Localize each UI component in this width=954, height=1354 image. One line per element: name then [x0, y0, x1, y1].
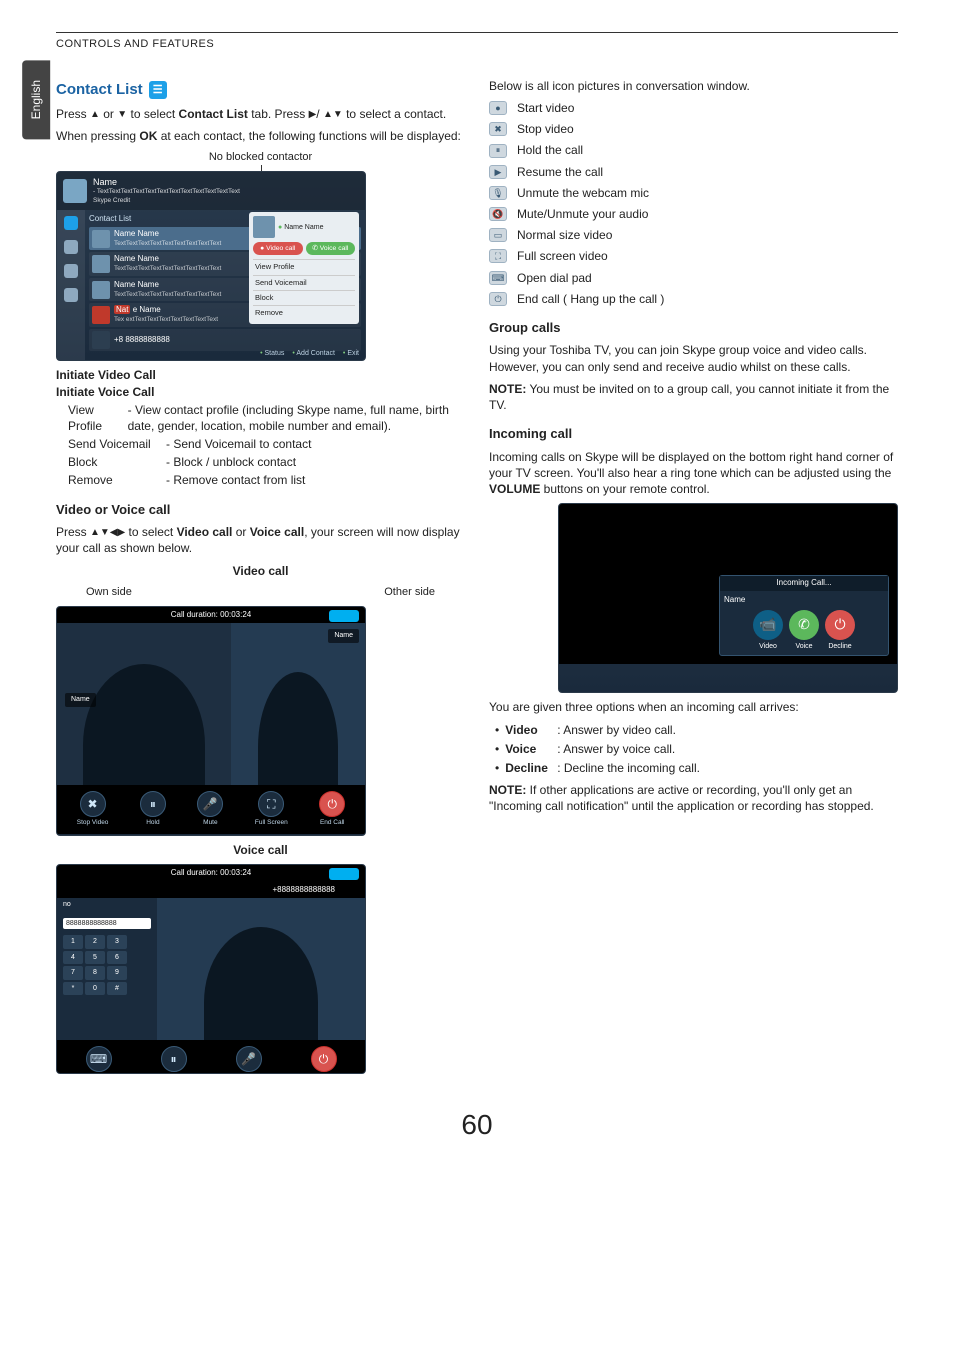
stop-video-button[interactable]: ✖Stop Video: [77, 791, 109, 828]
answer-video-button[interactable]: 📹Video: [753, 610, 783, 651]
icon-legend-row: ⏻End call ( Hang up the call ): [489, 291, 898, 307]
icon-legend-row: ⛶Full screen video: [489, 248, 898, 264]
screenshot-contact-list: Name - TextTextTextTextTextTextTextTextT…: [56, 171, 366, 361]
down-triangle-icon: ▼: [117, 108, 127, 122]
end-call-icon: ⏻: [489, 292, 507, 306]
mute-button[interactable]: 🎤Mute: [197, 791, 223, 828]
heading-contact-list: Contact List ☰: [56, 80, 465, 100]
note-incoming: NOTE: If other applications are active o…: [489, 782, 898, 814]
up-triangle-icon: ▲: [323, 108, 333, 122]
func-row: Block- Block / unblock contact: [68, 454, 465, 470]
sidebar-icon: [64, 264, 78, 278]
icon-legend-row: ▶Resume the call: [489, 164, 898, 180]
screenshot-incoming-call: Incoming Call... Name 📹Video ✆Voice ⏻Dec…: [558, 503, 898, 693]
voice-call-button[interactable]: ✆ Voice call: [306, 242, 356, 255]
answer-voice-button[interactable]: ✆Voice: [789, 610, 819, 651]
video-call-button[interactable]: ● Video call: [253, 242, 303, 255]
mute-audio-icon: 🔇: [489, 207, 507, 221]
mute-button[interactable]: 🎤Mute: [236, 1046, 262, 1073]
heading-group-calls: Group calls: [489, 319, 898, 337]
skype-logo-icon: [329, 868, 359, 880]
screenshot-voice-call: Call duration: 00:03:24 +8888888888888 n…: [56, 864, 366, 1074]
resume-call-icon: ▶: [489, 165, 507, 179]
unmute-webcam-icon: 🎙: [489, 186, 507, 200]
up-triangle-icon: ▲: [90, 108, 100, 122]
note-group-calls: NOTE: You must be invited on to a group …: [489, 381, 898, 413]
stop-video-icon: ✖: [489, 122, 507, 136]
para-video-voice: Press ▲▼◀▶ to select Video call or Voice…: [56, 524, 465, 556]
func-row: View Profile- View contact profile (incl…: [68, 402, 465, 434]
sidebar-icon: [64, 288, 78, 302]
context-menu: ● Name Name ● Video call ✆ Voice call Vi…: [249, 212, 359, 324]
sidebar-icon: [64, 240, 78, 254]
menu-item[interactable]: Remove: [253, 305, 355, 320]
labels-own-other: Own sideOther side: [56, 585, 465, 600]
running-head: CONTROLS AND FEATURES: [56, 37, 898, 52]
sidebar-icon: [64, 216, 78, 230]
page-number: 60: [56, 1106, 898, 1144]
end-call-button[interactable]: ⏻End Call: [319, 791, 345, 828]
caption-voice-call: Voice call: [56, 842, 465, 858]
menu-item[interactable]: View Profile: [253, 259, 355, 274]
heading-video-voice-call: Video or Voice call: [56, 501, 465, 519]
contact-list-icon: ☰: [149, 81, 167, 99]
dialpad-icon: ⌨: [489, 271, 507, 285]
label-initiate-video: Initiate Video Call: [56, 367, 465, 383]
icon-legend-row: ▭Normal size video: [489, 227, 898, 243]
hold-button[interactable]: ⏸Hold: [161, 1046, 187, 1073]
icon-legend-row: 🔇Mute/Unmute your audio: [489, 206, 898, 222]
menu-item[interactable]: Send Voicemail: [253, 275, 355, 290]
end-call-button[interactable]: ⏻End Call: [311, 1046, 337, 1073]
para-select-contact: Press ▲ or ▼ to select Contact List tab.…: [56, 106, 465, 122]
option-row: Decline: Decline the incoming call.: [495, 760, 898, 776]
icon-legend-row: ⏸Hold the call: [489, 142, 898, 158]
screenshot-video-call: Call duration: 00:03:24 Name Name ✖Stop …: [56, 606, 366, 836]
para-group-calls: Using your Toshiba TV, you can join Skyp…: [489, 342, 898, 374]
func-row: Send Voicemail- Send Voicemail to contac…: [68, 436, 465, 452]
fullscreen-button[interactable]: ⛶Full Screen: [255, 791, 288, 828]
down-triangle-icon: ▼: [333, 108, 343, 122]
language-tab: English: [22, 60, 50, 139]
func-row: Remove- Remove contact from list: [68, 472, 465, 488]
para-three-options: You are given three options when an inco…: [489, 699, 898, 715]
start-video-icon: ●: [489, 101, 507, 115]
avatar: [63, 179, 87, 203]
icon-legend-row: ✖Stop video: [489, 121, 898, 137]
dialpad-button[interactable]: ⌨Dial Pad: [86, 1046, 112, 1073]
icon-legend-row: ●Start video: [489, 100, 898, 116]
icon-legend-row: 🎙Unmute the webcam mic: [489, 185, 898, 201]
heading-incoming-call: Incoming call: [489, 425, 898, 443]
hold-call-icon: ⏸: [489, 144, 507, 158]
callout-no-blocked: No blocked contactor: [56, 150, 465, 165]
para-incoming-call: Incoming calls on Skype will be displaye…: [489, 449, 898, 498]
hold-button[interactable]: ⏸Hold: [140, 791, 166, 828]
caption-video-call: Video call: [56, 563, 465, 579]
para-press-ok: When pressing OK at each contact, the fo…: [56, 128, 465, 144]
option-row: Video: Answer by video call.: [495, 722, 898, 738]
label-initiate-voice: Initiate Voice Call: [56, 384, 465, 400]
dialpad[interactable]: 123 456 789 *0#: [63, 935, 151, 995]
list-item: +8 8888888888: [89, 329, 361, 351]
normal-size-icon: ▭: [489, 228, 507, 242]
icon-legend-row: ⌨Open dial pad: [489, 270, 898, 286]
skype-logo-icon: [329, 610, 359, 622]
option-row: Voice: Answer by voice call.: [495, 741, 898, 757]
fullscreen-icon: ⛶: [489, 249, 507, 263]
para-icon-intro: Below is all icon pictures in conversati…: [489, 78, 898, 94]
menu-item[interactable]: Block: [253, 290, 355, 305]
decline-button[interactable]: ⏻Decline: [825, 610, 855, 651]
